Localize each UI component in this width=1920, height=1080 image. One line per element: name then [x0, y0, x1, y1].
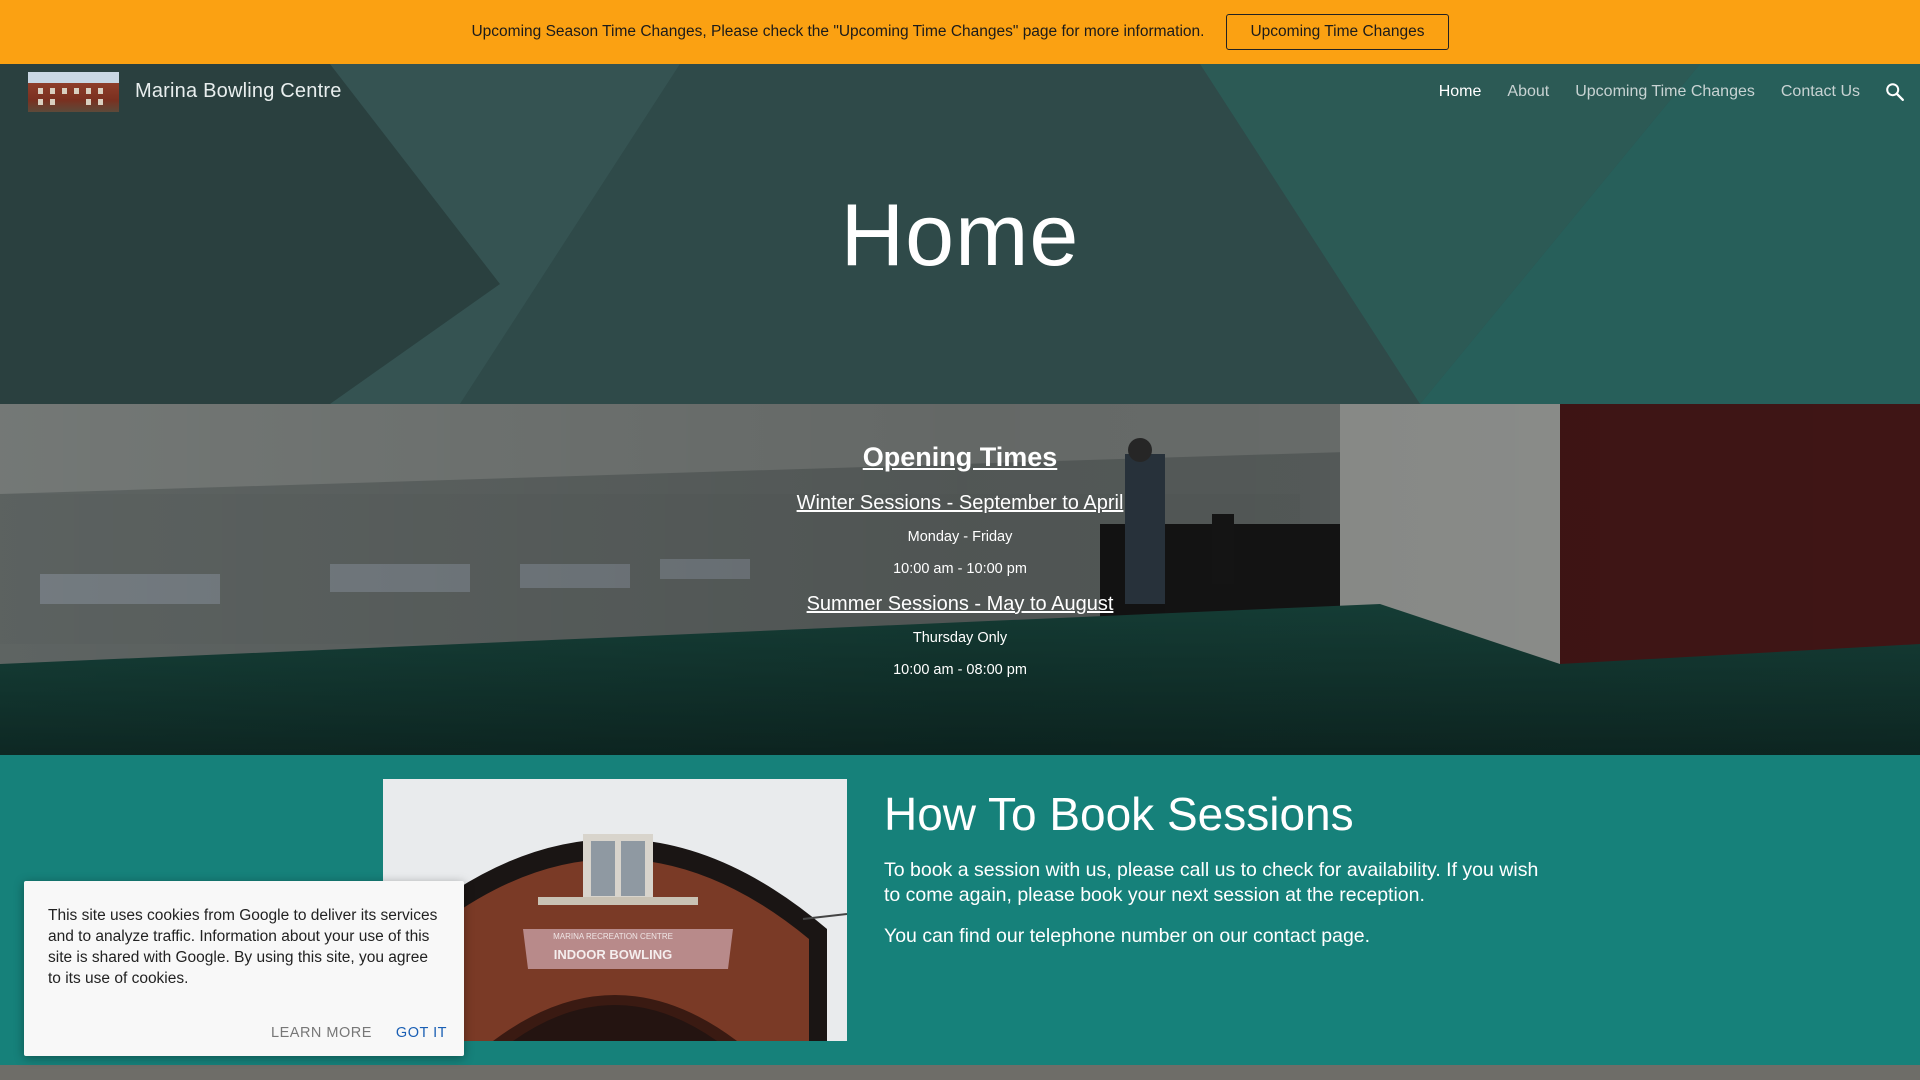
- nav-links: Home About Upcoming Time Changes Contact…: [1439, 83, 1860, 101]
- next-section-preview: [0, 1065, 1920, 1080]
- top-nav: Marina Bowling Centre Home About Upcomin…: [0, 64, 1920, 122]
- sign-main: INDOOR BOWLING: [554, 947, 672, 962]
- contact-paragraph: You can find our telephone number on our…: [884, 925, 1371, 947]
- banner-text: Upcoming Season Time Changes, Please che…: [471, 23, 1205, 40]
- booking-paragraph: To book a session with us, please call u…: [884, 859, 1539, 906]
- page-header: Marina Bowling Centre Home About Upcomin…: [0, 64, 1920, 404]
- summer-days: Thursday Only: [912, 630, 1008, 646]
- nav-home[interactable]: Home: [1439, 83, 1482, 101]
- site-logo[interactable]: [28, 72, 119, 112]
- got-it-button[interactable]: Got it: [396, 1025, 447, 1041]
- nav-upcoming-time-changes[interactable]: Upcoming Time Changes: [1575, 83, 1755, 101]
- nav-about[interactable]: About: [1507, 83, 1549, 101]
- winter-days: Monday - Friday: [907, 529, 1013, 545]
- sign-top: MARINA RECREATION CENTRE: [553, 932, 673, 941]
- nav-contact-us[interactable]: Contact Us: [1781, 83, 1860, 101]
- summer-hours: 10:00 am - 08:00 pm: [893, 662, 1027, 678]
- search-icon[interactable]: [1884, 81, 1906, 103]
- winter-sessions-heading: Winter Sessions - September to April: [796, 492, 1124, 514]
- summer-sessions-heading: Summer Sessions - May to August: [806, 593, 1114, 615]
- cookie-actions: Learn more Got it: [271, 1025, 447, 1041]
- page-title: Home: [840, 185, 1080, 284]
- opening-times-section: Opening Times Winter Sessions - Septembe…: [0, 404, 1920, 755]
- upcoming-time-changes-button[interactable]: Upcoming Time Changes: [1226, 14, 1449, 50]
- booking-title: How To Book Sessions: [884, 788, 1354, 840]
- site-title[interactable]: Marina Bowling Centre: [135, 80, 342, 103]
- opening-times-content: Opening Times Winter Sessions - Septembe…: [0, 442, 1920, 694]
- cookie-dialog: This site uses cookies from Google to de…: [24, 881, 464, 1056]
- learn-more-button[interactable]: Learn more: [271, 1025, 372, 1041]
- opening-times-heading: Opening Times: [862, 442, 1058, 472]
- winter-hours: 10:00 am - 10:00 pm: [893, 561, 1027, 577]
- booking-text: To book a session with us, please call u…: [884, 858, 1544, 965]
- cookie-text: This site uses cookies from Google to de…: [48, 907, 438, 987]
- announcement-banner: Upcoming Season Time Changes, Please che…: [0, 0, 1920, 64]
